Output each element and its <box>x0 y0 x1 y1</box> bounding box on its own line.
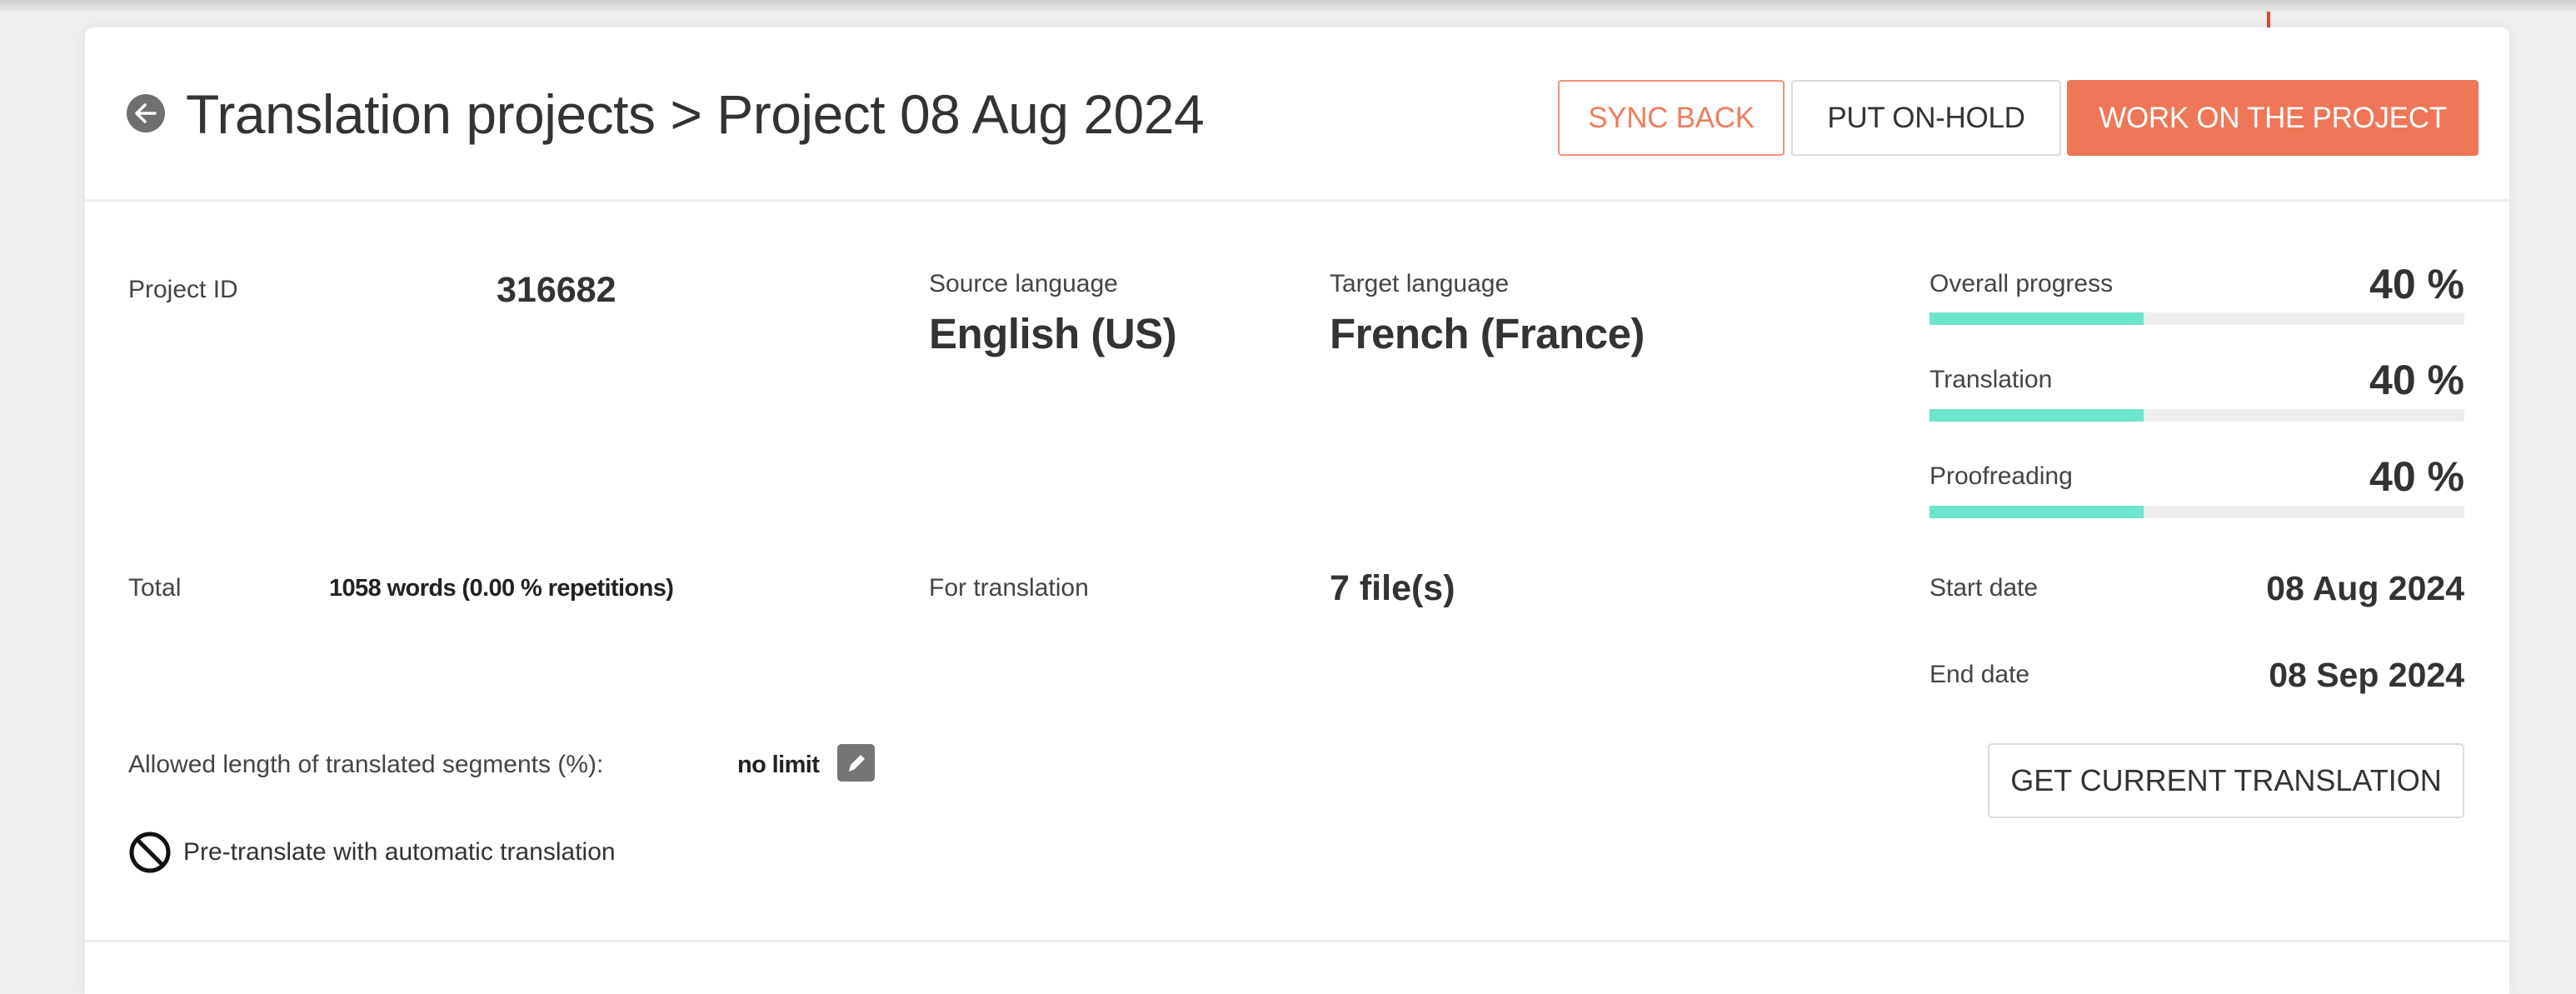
pretranslate-label: Pre-translate with automatic translation <box>183 838 616 866</box>
section-divider <box>85 940 2509 942</box>
end-date-label: End date <box>1930 661 2030 688</box>
progress-value: 40 % <box>2369 453 2464 500</box>
for-translation-label: For translation <box>929 574 1089 602</box>
project-id-label: Project ID <box>128 276 238 303</box>
progress-bar <box>1930 409 2464 422</box>
edit-allowed-length-button[interactable] <box>837 744 875 782</box>
source-language-value: English (US) <box>929 310 1177 357</box>
total-label: Total <box>128 574 182 602</box>
page-title: Translation projects > Project 08 Aug 20… <box>186 82 1205 146</box>
progress-bar-fill <box>1930 506 2144 518</box>
progress-bar-fill <box>1930 409 2144 422</box>
work-on-project-button[interactable]: WORK ON THE PROJECT <box>2067 80 2479 156</box>
progress-label: Proofreading <box>1930 462 2073 490</box>
breadcrumb-root-link[interactable]: Translation projects <box>186 83 656 145</box>
allowed-length-label: Allowed length of translated segments (%… <box>128 751 604 778</box>
progress-bar-fill <box>1930 312 2144 325</box>
start-date-value: 08 Aug 2024 <box>2266 569 2464 607</box>
ban-icon <box>129 832 171 873</box>
breadcrumb-separator: > <box>670 83 702 145</box>
start-date-label: Start date <box>1930 574 2039 602</box>
project-details-card: Translation projects > Project 08 Aug 20… <box>85 27 2509 994</box>
target-language-value: French (France) <box>1330 310 1645 357</box>
sync-back-button[interactable]: SYNC BACK <box>1558 80 1785 156</box>
target-language-label: Target language <box>1330 270 1510 297</box>
progress-bar <box>1930 312 2464 325</box>
progress-label: Overall progress <box>1930 270 2114 297</box>
progress-bar <box>1930 506 2464 518</box>
put-on-hold-button[interactable]: PUT ON-HOLD <box>1791 80 2061 156</box>
pencil-icon <box>849 755 865 772</box>
allowed-length-value: no limit <box>737 752 820 778</box>
progress-label: Translation <box>1930 366 2053 393</box>
end-date-value: 08 Sep 2024 <box>2269 656 2464 694</box>
header-divider <box>85 199 2509 202</box>
for-translation-value: 7 file(s) <box>1330 568 1455 608</box>
get-current-translation-button[interactable]: GET CURRENT TRANSLATION <box>1988 743 2464 818</box>
progress-value: 40 % <box>2369 357 2464 403</box>
breadcrumb-current: Project 08 Aug 2024 <box>716 83 1205 145</box>
source-language-label: Source language <box>929 270 1118 297</box>
total-value: 1058 words (0.00 % repetitions) <box>329 575 674 602</box>
progress-value: 40 % <box>2369 261 2464 307</box>
project-id-value: 316682 <box>497 270 617 310</box>
back-arrow-icon[interactable] <box>127 94 165 132</box>
browser-top-shadow <box>0 0 2576 12</box>
